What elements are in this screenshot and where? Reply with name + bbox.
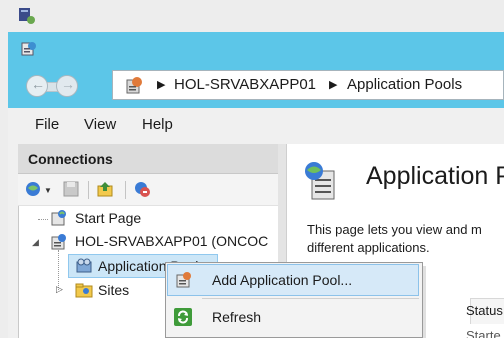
table-cell-status: Starte bbox=[466, 328, 501, 338]
description-line: different applications. bbox=[307, 240, 430, 255]
server-manager-icon[interactable] bbox=[18, 7, 36, 25]
collapse-arrow-icon[interactable]: ◢ bbox=[32, 237, 39, 248]
add-app-pool-icon bbox=[174, 270, 194, 290]
breadcrumb-server[interactable]: HOL-SRVABXAPP01 bbox=[174, 76, 316, 93]
chevron-down-icon[interactable]: ▼ bbox=[44, 186, 52, 195]
start-page-icon bbox=[49, 208, 69, 228]
save-icon[interactable] bbox=[62, 180, 80, 198]
breadcrumb-separator[interactable]: ▶ bbox=[329, 78, 337, 91]
toolbar-divider bbox=[88, 181, 89, 199]
tree-item-start-page[interactable]: Start Page bbox=[75, 210, 141, 226]
connections-title: Connections bbox=[28, 151, 113, 167]
tree-item-server[interactable]: HOL-SRVABXAPP01 (ONCOC bbox=[75, 233, 268, 249]
app-pools-icon bbox=[302, 159, 344, 201]
up-level-icon[interactable] bbox=[96, 180, 114, 198]
expand-arrow-icon[interactable]: ▷ bbox=[56, 284, 63, 295]
menu-view[interactable]: View bbox=[84, 116, 116, 133]
connect-icon[interactable] bbox=[24, 180, 42, 198]
breadcrumb-app-pools[interactable]: Application Pools bbox=[347, 76, 462, 93]
back-button[interactable] bbox=[26, 75, 48, 97]
page-description: This page lets you view and m different … bbox=[307, 221, 504, 257]
desktop-strip bbox=[0, 0, 504, 32]
refresh-icon[interactable] bbox=[173, 307, 193, 327]
tree-item-sites[interactable]: Sites bbox=[98, 282, 129, 298]
menu-file[interactable]: File bbox=[35, 116, 59, 133]
breadcrumb-separator[interactable]: ▶ bbox=[157, 78, 165, 91]
menu-divider bbox=[202, 298, 419, 299]
forward-button[interactable] bbox=[56, 75, 78, 97]
description-line: This page lets you view and m bbox=[307, 222, 482, 237]
app-pools-icon bbox=[74, 256, 94, 276]
iis-manager-icon[interactable] bbox=[20, 40, 38, 58]
delete-connection-icon[interactable] bbox=[133, 180, 151, 198]
tree-connector bbox=[38, 219, 48, 221]
menu-bar bbox=[8, 108, 504, 144]
server-icon bbox=[49, 232, 69, 252]
column-header-status[interactable]: Status bbox=[466, 303, 503, 318]
menu-item-label[interactable]: Add Application Pool... bbox=[212, 272, 352, 288]
title-bar[interactable] bbox=[8, 32, 504, 62]
sites-folder-icon bbox=[74, 280, 94, 300]
toolbar-divider bbox=[125, 181, 126, 199]
menu-item-refresh[interactable]: Refresh bbox=[212, 309, 261, 325]
server-icon bbox=[124, 75, 144, 95]
page-title: Application P bbox=[366, 162, 504, 190]
menu-help[interactable]: Help bbox=[142, 116, 173, 133]
